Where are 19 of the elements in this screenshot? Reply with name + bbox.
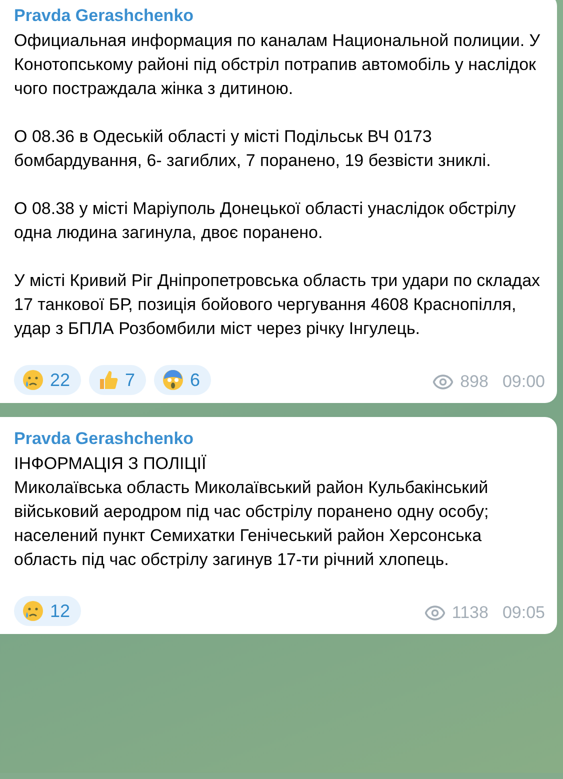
message-text: Официальная информация по каналам Национальной полиции. У Конотопському районі під обстріл потрапив автомобіль у наслідок чого постраждала жінка з дитиною.: [14, 30, 542, 100]
message-text: О 08.38 у місті Маріуполь Донецької області унаслідок обстрілу одна людина загинула, двоє поранено.: [14, 198, 517, 244]
message-time: 09:05: [502, 603, 545, 623]
crying-face-icon: [22, 600, 44, 622]
reaction-button[interactable]: 6: [154, 365, 212, 395]
reaction-button[interactable]: 22: [14, 365, 82, 395]
message-text: О 08.36 в Одеській області у місті Подільськ ВЧ 0173 бомбардування, 6- загиблих, 7 поранено, 19 безвісти зниклі.: [14, 126, 492, 172]
message-time: 09:00: [502, 372, 545, 392]
crying-face-icon: [22, 369, 44, 391]
view-count: 898: [460, 372, 488, 392]
channel-name[interactable]: Pravda Gerashchenko: [14, 429, 545, 449]
message-text: У місті Кривий Ріг Дніпропетровська область три удари по складах 17 танкової БР, позиція бойового чергування 4608 Краснопілля, удар з БПЛА Розбомбили міст через річку Інгулець.: [14, 270, 542, 340]
reaction-button[interactable]: 12: [14, 596, 82, 626]
thumbs-up-icon: [97, 369, 120, 391]
screaming-face-icon: [162, 369, 184, 391]
message-text: ІНФОРМАЦІЯ З ПОЛІЦІЇ Миколаївська область Миколаївський район Кульбакінський військовий аеродром під час обстрілу поранено одну особу; населений пункт Семихатки Генічеський район Херсонська область під час обстрілу загинув 17-ти річний хлопець.: [14, 453, 490, 571]
reaction-button[interactable]: 7: [89, 365, 146, 395]
view-count: 1138: [452, 603, 488, 623]
channel-name[interactable]: Pravda Gerashchenko: [14, 6, 545, 26]
